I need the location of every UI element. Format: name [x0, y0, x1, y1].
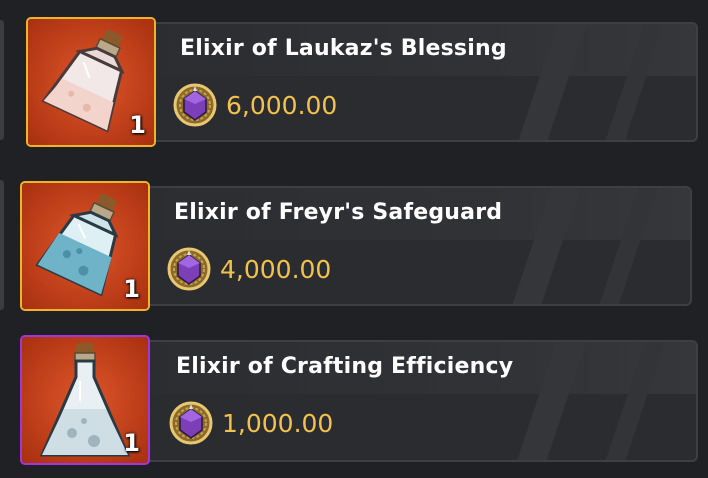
price-row: 6,000.00 — [172, 82, 337, 128]
purple-gem-coin-icon — [173, 83, 217, 127]
item-title: Elixir of Freyr's Safeguard — [174, 200, 503, 225]
panel-decoration — [518, 24, 664, 140]
item-price: 1,000.00 — [222, 408, 334, 438]
item-icon-slot[interactable]: 1 — [26, 17, 156, 147]
item-price: 4,000.00 — [220, 254, 332, 284]
panel-decoration — [517, 342, 665, 460]
price-row: 1,000.00 — [168, 400, 333, 446]
item-title: Elixir of Laukaz's Blessing — [180, 36, 507, 61]
item-quantity: 1 — [123, 429, 140, 457]
item-quantity: 1 — [129, 111, 146, 139]
item-icon-slot[interactable]: 1 — [20, 181, 150, 311]
purple-gem-coin-icon — [167, 247, 211, 291]
purple-gem-coin-icon — [169, 401, 213, 445]
list-item[interactable]: Elixir of Crafting Efficiency 1,000.00 1 — [0, 320, 708, 478]
item-title: Elixir of Crafting Efficiency — [176, 354, 514, 379]
item-quantity: 1 — [123, 275, 140, 303]
panel-decoration — [512, 188, 658, 304]
list-item[interactable]: Elixir of Freyr's Safeguard 4,000.00 1 — [0, 160, 708, 320]
list-item[interactable]: Elixir of Laukaz's Blessing 6,000.00 1 — [0, 0, 708, 160]
item-icon-slot[interactable]: 1 — [20, 335, 150, 465]
price-row: 4,000.00 — [166, 246, 331, 292]
item-price: 6,000.00 — [226, 90, 338, 120]
